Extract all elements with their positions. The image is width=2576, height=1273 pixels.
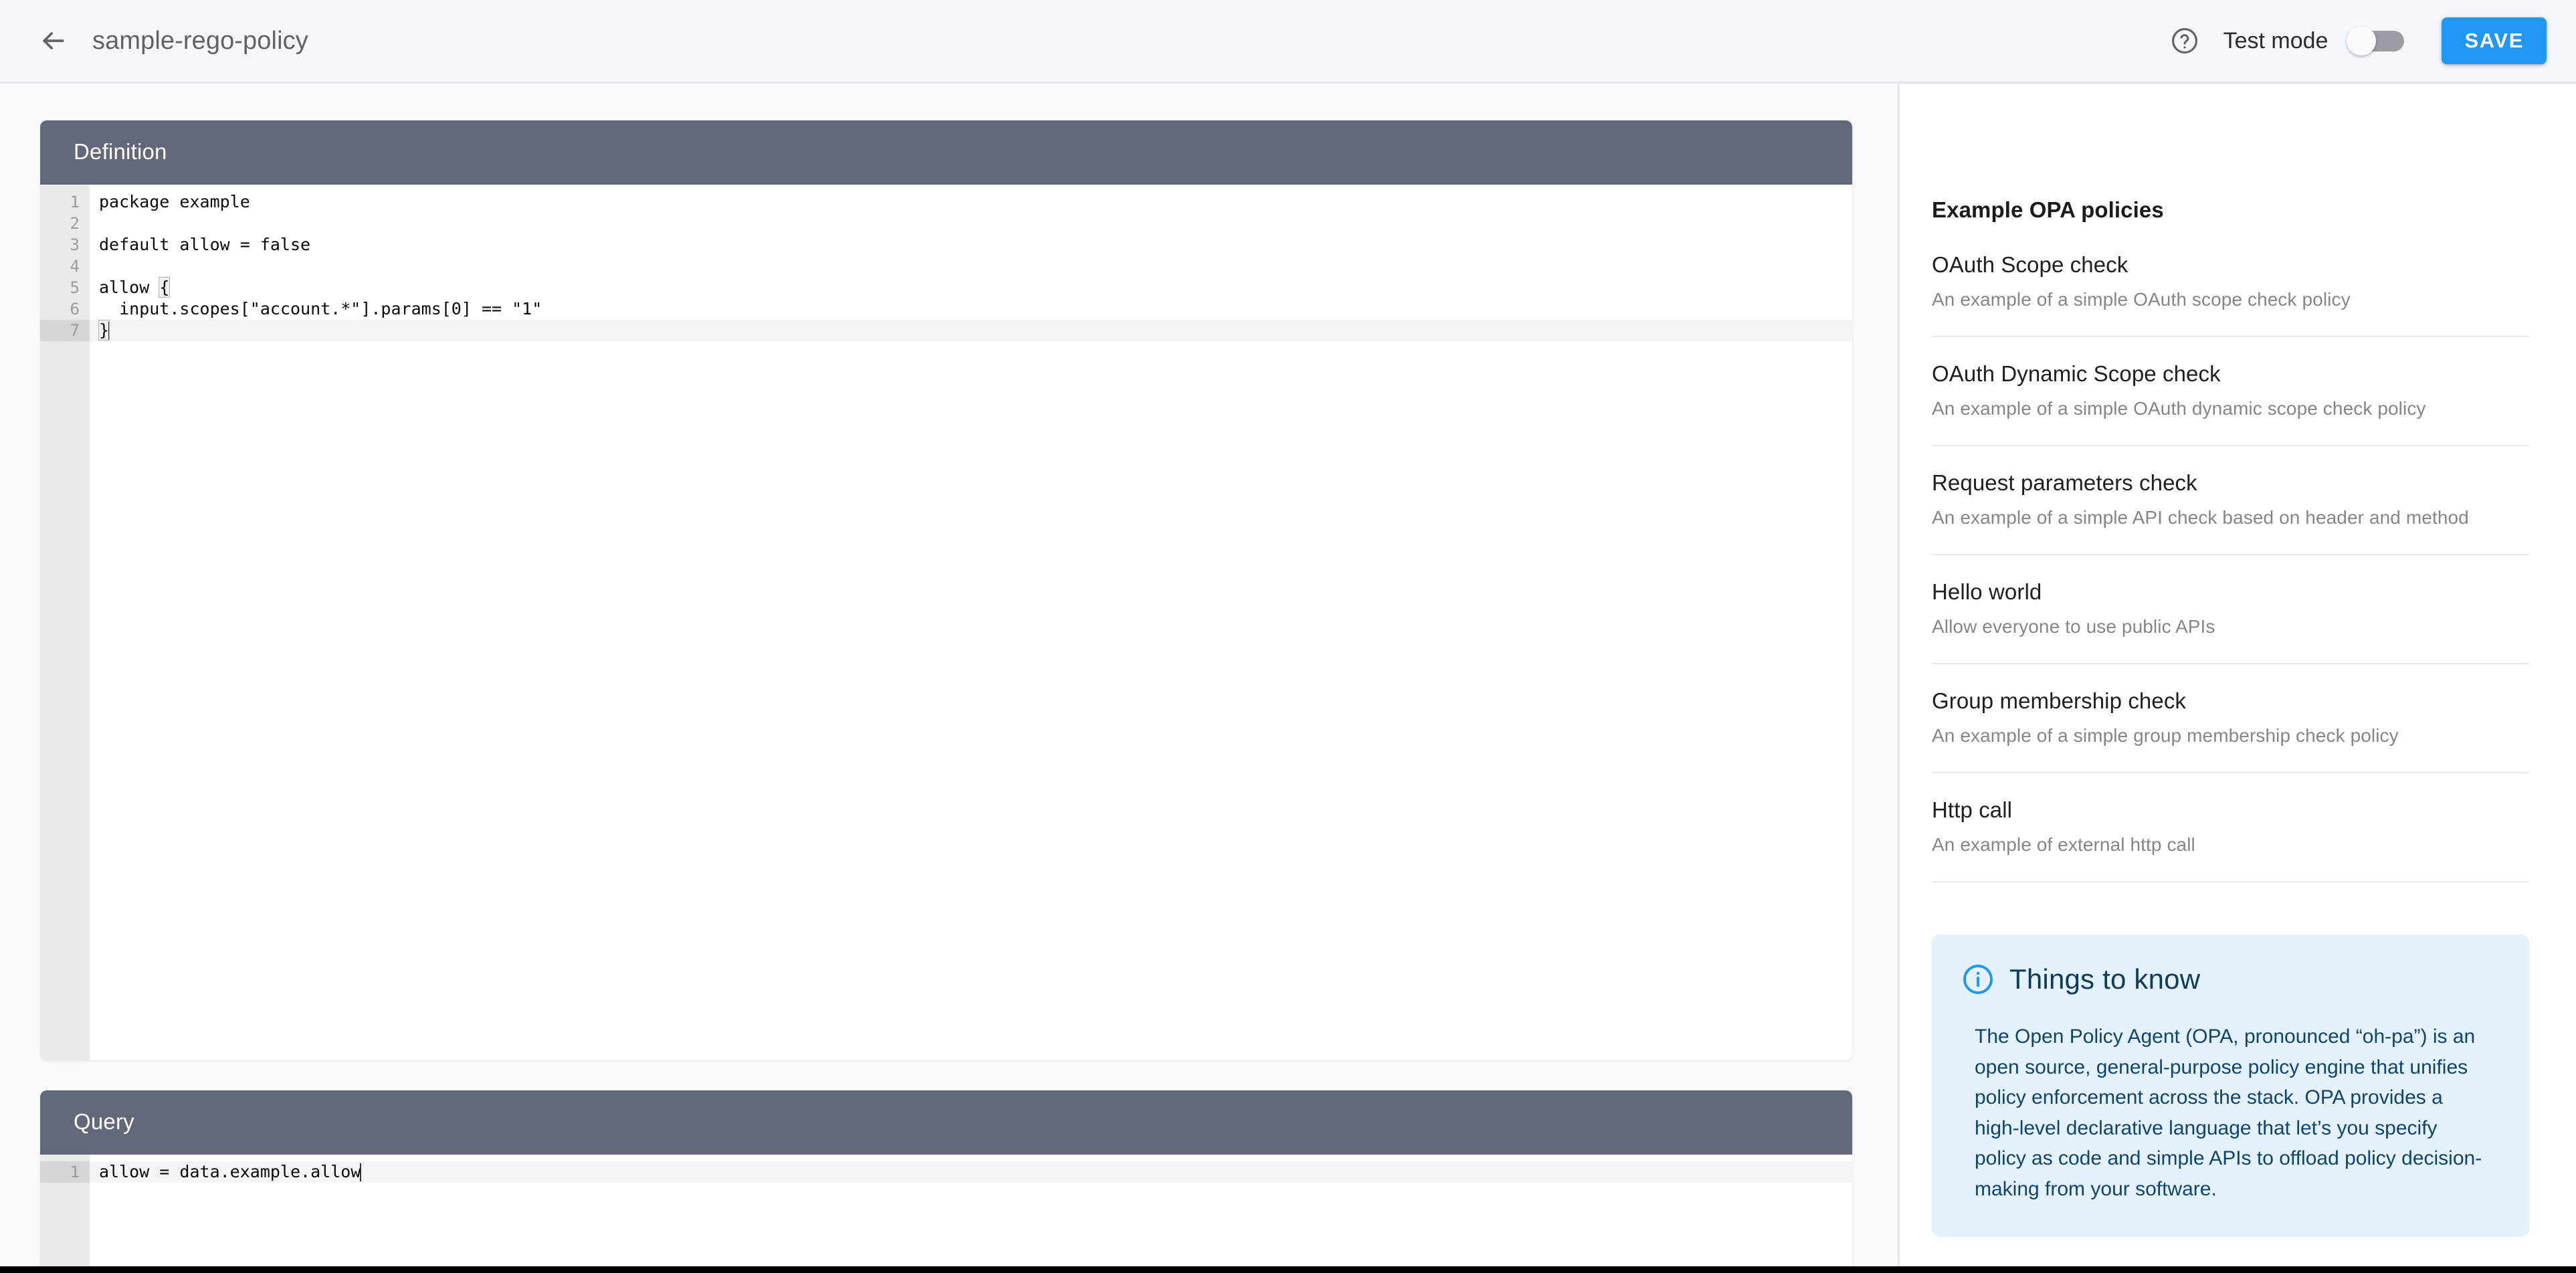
app-header: sample-rego-policy Test mode SAVE: [0, 0, 2576, 84]
definition-gutter: 1 2 3 4 5 6 7: [40, 185, 90, 1060]
policy-description: An example of external http call: [1932, 834, 2195, 855]
query-panel: Query 1 allow = data.example.allow: [40, 1090, 1852, 1266]
text-cursor: [360, 1163, 362, 1181]
policy-description: An example of a simple OAuth scope check…: [1932, 289, 2351, 310]
policy-description: Allow everyone to use public APIs: [1932, 616, 2215, 637]
save-button[interactable]: SAVE: [2442, 17, 2547, 64]
test-mode-label: Test mode: [2223, 27, 2329, 54]
list-item[interactable]: OAuth Dynamic Scope check An example of …: [1932, 361, 2529, 446]
matching-bracket-open: {: [159, 277, 171, 298]
line-number: 6: [70, 300, 80, 318]
test-mode-control[interactable]: Test mode: [2223, 26, 2405, 56]
back-button[interactable]: [32, 20, 74, 62]
matching-bracket-close: }: [98, 320, 110, 340]
page-title: sample-rego-policy: [92, 26, 308, 55]
text-cursor: [108, 322, 110, 340]
editor-column: Definition 1 2 3 4 5 6 7 package example: [0, 84, 1900, 1266]
code-line: allow = data.example.allow: [90, 1161, 1852, 1183]
code-text: allow: [99, 278, 160, 297]
line-number: 5: [70, 278, 80, 297]
info-card-body: The Open Policy Agent (OPA, pronounced “…: [1975, 1025, 2482, 1200]
test-mode-toggle[interactable]: [2347, 26, 2405, 56]
list-item[interactable]: Group membership check An example of a s…: [1932, 688, 2529, 773]
list-item[interactable]: Hello world Allow everyone to use public…: [1932, 579, 2529, 664]
body-wrapper: Definition 1 2 3 4 5 6 7 package example: [0, 84, 2576, 1266]
arrow-left-icon: [38, 26, 68, 56]
info-card-header: Things to know: [1961, 963, 2496, 996]
help-circle-icon[interactable]: [2166, 22, 2203, 60]
policy-name: Request parameters check: [1932, 470, 2197, 495]
query-gutter: 1: [40, 1155, 90, 1266]
policy-name: Hello world: [1932, 579, 2042, 604]
info-circle-icon: [1961, 963, 1995, 996]
code-line: package example: [99, 192, 250, 211]
policy-name: Group membership check: [1932, 688, 2187, 713]
policy-editor-app: sample-rego-policy Test mode SAVE Defini…: [0, 0, 2576, 1273]
code-text: allow = data.example.allow: [99, 1162, 361, 1181]
policy-description: An example of a simple API check based o…: [1932, 507, 2469, 528]
policy-name: Http call: [1932, 797, 2013, 822]
definition-panel-title: Definition: [40, 120, 1852, 185]
definition-editor[interactable]: 1 2 3 4 5 6 7 package example default al…: [40, 185, 1852, 1060]
definition-code-area[interactable]: package example default allow = false al…: [90, 185, 1852, 1060]
code-line-close-brace: }: [90, 320, 1852, 341]
example-policy-list: OAuth Scope check An example of a simple…: [1932, 252, 2529, 882]
examples-sidebar: Example OPA policies OAuth Scope check A…: [1900, 84, 2576, 1266]
code-line-open-brace: allow {: [90, 277, 1852, 298]
code-line: input.scopes["account.*"].params[0] == "…: [99, 299, 542, 318]
things-to-know-card: Things to know The Open Policy Agent (OP…: [1932, 935, 2529, 1237]
query-code-area[interactable]: allow = data.example.allow: [90, 1155, 1852, 1266]
line-number: 4: [70, 257, 80, 276]
policy-name: OAuth Scope check: [1932, 252, 2128, 277]
query-panel-title: Query: [40, 1090, 1852, 1155]
examples-title: Example OPA policies: [1932, 197, 2164, 222]
line-number: 2: [70, 214, 80, 233]
query-editor[interactable]: 1 allow = data.example.allow: [40, 1155, 1852, 1266]
definition-panel: Definition 1 2 3 4 5 6 7 package example: [40, 120, 1852, 1060]
list-item[interactable]: OAuth Scope check An example of a simple…: [1932, 252, 2529, 337]
line-number: 1: [40, 1161, 90, 1183]
info-card-title: Things to know: [2009, 963, 2201, 995]
policy-name: OAuth Dynamic Scope check: [1932, 361, 2221, 386]
line-number: 3: [70, 235, 80, 254]
list-item[interactable]: Http call An example of external http ca…: [1932, 797, 2529, 882]
code-line: default allow = false: [99, 235, 311, 254]
policy-description: An example of a simple group membership …: [1932, 725, 2399, 746]
policy-description: An example of a simple OAuth dynamic sco…: [1932, 398, 2426, 419]
list-item[interactable]: Request parameters check An example of a…: [1932, 470, 2529, 555]
line-number: 1: [70, 193, 80, 211]
line-number: 7: [40, 320, 90, 341]
